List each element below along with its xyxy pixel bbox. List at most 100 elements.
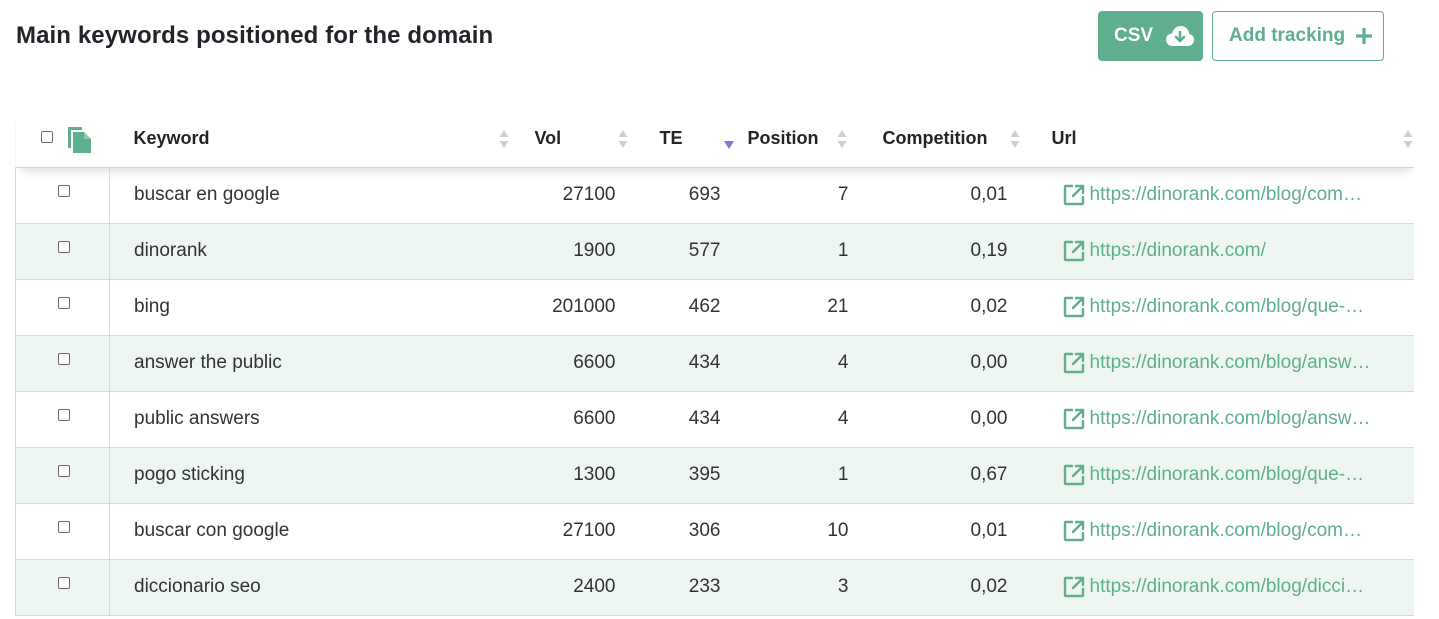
external-link-icon xyxy=(1062,183,1086,207)
url-cell: https://dinorank.com/blog/que-… xyxy=(1051,447,1414,504)
url-link[interactable]: https://dinorank.com/blog/com… xyxy=(1052,519,1382,543)
keyword-cell: pogo sticking xyxy=(109,447,517,504)
table-row: diccionario seo 2400 233 3 0,02 https://… xyxy=(15,559,1414,616)
keyword-cell: bing xyxy=(109,279,517,336)
url-link[interactable]: https://dinorank.com/blog/answ… xyxy=(1052,351,1382,375)
csv-button-label: CSV xyxy=(1114,25,1154,46)
position-cell: 4 xyxy=(736,335,871,392)
header-url[interactable]: Url xyxy=(1051,111,1414,168)
table-row: dinorank 1900 577 1 0,19 https://dinoran… xyxy=(15,223,1414,280)
external-link-icon xyxy=(1062,407,1086,431)
external-link-icon xyxy=(1062,519,1086,543)
keywords-table-body: buscar en google 27100 693 7 0,01 https:… xyxy=(15,167,1414,616)
url-text: https://dinorank.com/blog/answ… xyxy=(1089,408,1371,429)
header-position[interactable]: Position xyxy=(736,111,871,168)
table-row: bing 201000 462 21 0,02 https://dinorank… xyxy=(15,279,1414,336)
sort-icon[interactable] xyxy=(499,129,509,149)
url-text: https://dinorank.com/blog/com… xyxy=(1089,520,1362,541)
te-cell: 577 xyxy=(631,223,737,280)
row-checkbox[interactable] xyxy=(58,520,70,533)
url-link[interactable]: https://dinorank.com/blog/que-… xyxy=(1052,463,1382,487)
copy-document-icon[interactable] xyxy=(67,124,93,154)
external-link-icon xyxy=(1062,295,1086,319)
url-cell: https://dinorank.com/blog/que-… xyxy=(1051,279,1414,336)
keyword-cell: answer the public xyxy=(109,335,517,392)
vol-cell: 27100 xyxy=(516,503,632,560)
row-checkbox[interactable] xyxy=(58,576,70,589)
url-cell: https://dinorank.com/blog/com… xyxy=(1051,167,1414,224)
row-checkbox[interactable] xyxy=(58,240,70,253)
te-cell: 395 xyxy=(631,447,737,504)
header-keyword[interactable]: Keyword xyxy=(109,111,517,168)
sort-icon[interactable] xyxy=(618,129,628,149)
select-all-checkbox[interactable] xyxy=(40,130,53,143)
competition-cell: 0,00 xyxy=(870,391,1052,448)
url-text: https://dinorank.com/blog/dicci… xyxy=(1089,576,1365,597)
competition-cell: 0,19 xyxy=(870,223,1052,280)
url-link[interactable]: https://dinorank.com/blog/que-… xyxy=(1052,295,1382,319)
url-link[interactable]: https://dinorank.com/blog/answ… xyxy=(1052,407,1382,431)
keyword-cell: dinorank xyxy=(109,223,517,280)
position-cell: 4 xyxy=(736,391,871,448)
keywords-table-container: Keyword Vol TE Position Competition Url … xyxy=(15,111,1414,619)
header-te[interactable]: TE xyxy=(631,111,737,168)
url-text: https://dinorank.com/blog/que-… xyxy=(1089,464,1365,485)
url-text: https://dinorank.com/ xyxy=(1089,240,1266,261)
header-select-cell xyxy=(15,111,110,168)
keyword-cell: buscar con google xyxy=(109,503,517,560)
url-link[interactable]: https://dinorank.com/blog/com… xyxy=(1052,183,1382,207)
url-link[interactable]: https://dinorank.com/ xyxy=(1052,239,1382,263)
external-link-icon xyxy=(1062,575,1086,599)
row-checkbox[interactable] xyxy=(58,352,70,365)
page-title: Main keywords positioned for the domain xyxy=(16,22,494,49)
cloud-download-icon xyxy=(1165,25,1195,47)
te-cell: 306 xyxy=(631,503,737,560)
row-select-cell xyxy=(15,167,110,224)
row-select-cell xyxy=(15,335,110,392)
table-row: buscar en google 27100 693 7 0,01 https:… xyxy=(15,167,1414,224)
te-cell: 434 xyxy=(631,391,737,448)
plus-icon xyxy=(1356,28,1373,44)
header-url-label: Url xyxy=(1051,128,1077,149)
header-position-label: Position xyxy=(747,128,819,149)
url-cell: https://dinorank.com/blog/dicci… xyxy=(1051,559,1414,616)
sort-icon[interactable] xyxy=(837,129,847,149)
keyword-cell: buscar en google xyxy=(109,167,517,224)
row-checkbox[interactable] xyxy=(58,296,70,309)
add-tracking-button[interactable]: Add tracking xyxy=(1212,11,1384,61)
row-checkbox[interactable] xyxy=(58,184,70,197)
table-row: buscar con google 27100 306 10 0,01 http… xyxy=(15,503,1414,560)
row-select-cell xyxy=(15,559,110,616)
te-cell: 462 xyxy=(631,279,737,336)
sort-icon[interactable] xyxy=(1010,129,1020,149)
row-select-cell xyxy=(15,503,110,560)
row-select-cell xyxy=(15,447,110,504)
row-select-cell xyxy=(15,223,110,280)
competition-cell: 0,01 xyxy=(870,167,1052,224)
te-cell: 434 xyxy=(631,335,737,392)
row-checkbox[interactable] xyxy=(58,464,70,477)
url-text: https://dinorank.com/blog/answ… xyxy=(1089,352,1371,373)
header-competition[interactable]: Competition xyxy=(870,111,1052,168)
position-cell: 1 xyxy=(736,223,871,280)
external-link-icon xyxy=(1062,463,1086,487)
header-te-label: TE xyxy=(659,128,683,149)
te-cell: 233 xyxy=(631,559,737,616)
url-link[interactable]: https://dinorank.com/blog/dicci… xyxy=(1052,575,1382,599)
sort-desc-active-icon[interactable] xyxy=(723,140,735,150)
csv-export-button[interactable]: CSV xyxy=(1098,11,1203,61)
competition-cell: 0,00 xyxy=(870,335,1052,392)
header-vol[interactable]: Vol xyxy=(516,111,632,168)
keyword-cell: public answers xyxy=(109,391,517,448)
url-text: https://dinorank.com/blog/que-… xyxy=(1089,296,1365,317)
table-row: public answers 6600 434 4 0,00 https://d… xyxy=(15,391,1414,448)
external-link-icon xyxy=(1062,351,1086,375)
row-checkbox[interactable] xyxy=(58,408,70,421)
vol-cell: 27100 xyxy=(516,167,632,224)
header-vol-label: Vol xyxy=(534,128,562,149)
row-select-cell xyxy=(15,391,110,448)
competition-cell: 0,02 xyxy=(870,559,1052,616)
vol-cell: 201000 xyxy=(516,279,632,336)
sort-icon[interactable] xyxy=(1403,129,1413,149)
te-cell: 693 xyxy=(631,167,737,224)
